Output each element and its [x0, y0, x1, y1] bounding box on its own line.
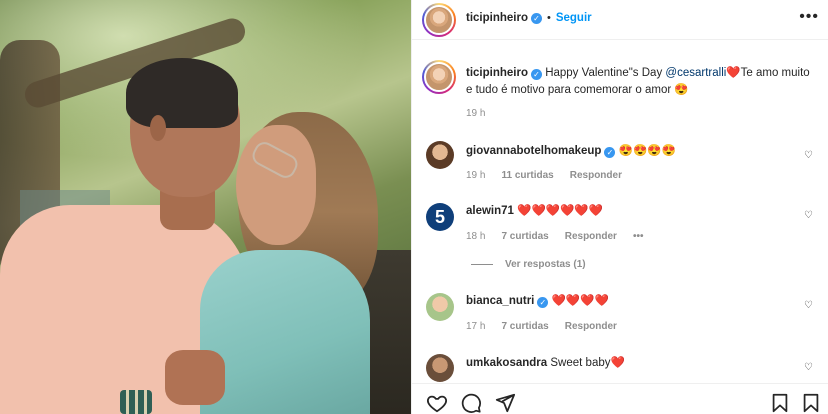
comment-meta: 17 h 7 curtidas Responder — [466, 321, 617, 332]
author-avatar[interactable] — [422, 3, 456, 37]
reply-button[interactable]: Responder — [570, 170, 622, 181]
caption-heart: ❤️ — [726, 67, 741, 79]
man-hand — [165, 350, 225, 405]
woman-dress — [200, 250, 370, 414]
comment-text: Sweet baby❤️ — [550, 357, 625, 369]
reply-button[interactable]: Responder — [565, 321, 617, 332]
bookmark-icon[interactable] — [769, 392, 791, 414]
caption-text: Happy Valentine"s Day — [545, 67, 663, 79]
heart-icon[interactable]: ♡ — [804, 300, 814, 311]
verified-badge-icon: ✓ — [530, 12, 542, 24]
comment-avatar[interactable] — [426, 293, 454, 321]
author-line: ticipinheiro ✓ • Seguir — [466, 12, 592, 24]
comment-likes[interactable]: 7 curtidas — [501, 321, 548, 332]
post-photo[interactable] — [0, 0, 411, 414]
caption-author-avatar[interactable] — [422, 60, 456, 94]
comment-username[interactable]: giovannabotelhomakeup — [466, 145, 601, 157]
bookmark-icon[interactable] — [800, 392, 822, 414]
comment-avatar[interactable]: 5 — [426, 203, 454, 231]
caption-mention[interactable]: @cesartralli — [665, 67, 726, 79]
replies-line — [471, 264, 493, 265]
heart-icon[interactable]: ♡ — [804, 210, 814, 221]
caption-emoji: 😍 — [674, 84, 689, 96]
bracelet — [120, 390, 152, 414]
comment-item: giovannabotelhomakeup ✓ 😍😍😍😍 — [466, 143, 806, 159]
man-ear — [150, 115, 166, 141]
heart-icon[interactable]: ♡ — [804, 150, 814, 161]
action-bar — [412, 383, 828, 414]
view-replies-label[interactable]: Ver respostas (1) — [505, 259, 586, 270]
post-header: ticipinheiro ✓ • Seguir ••• — [412, 0, 828, 40]
verified-badge-icon: ✓ — [537, 297, 549, 308]
woman-face — [236, 125, 316, 245]
comment-more-icon[interactable]: ••• — [633, 231, 644, 242]
comment-username[interactable]: bianca_nutri — [466, 295, 534, 307]
heart-icon[interactable] — [426, 392, 448, 414]
author-username[interactable]: ticipinheiro — [466, 12, 528, 24]
comment-meta: 19 h 11 curtidas Responder — [466, 170, 622, 181]
comment-text: 😍😍😍😍 — [618, 145, 676, 157]
comment-likes[interactable]: 7 curtidas — [501, 231, 548, 242]
view-replies[interactable]: Ver respostas (1) — [471, 259, 586, 270]
instagram-post: ticipinheiro ✓ • Seguir ••• ticipinheiro… — [0, 0, 828, 414]
comment-time: 17 h — [466, 321, 486, 332]
caption-username[interactable]: ticipinheiro — [466, 67, 528, 79]
heart-icon[interactable]: ♡ — [804, 362, 814, 373]
share-icon[interactable] — [494, 392, 516, 414]
comment-item: bianca_nutri ✓ ❤️❤️❤️❤️ — [466, 293, 806, 309]
comment-icon[interactable] — [460, 392, 482, 414]
comment-username[interactable]: alewin71 — [466, 205, 514, 217]
comment-item: umkakosandra Sweet baby❤️ — [466, 355, 806, 371]
comment-text: ❤️❤️❤️❤️ — [551, 295, 609, 307]
man-hair — [126, 58, 238, 128]
comment-avatar[interactable] — [426, 141, 454, 169]
post-details-panel: ticipinheiro ✓ • Seguir ••• ticipinheiro… — [411, 0, 828, 414]
more-options-icon[interactable]: ••• — [799, 8, 819, 26]
separator-dot: • — [546, 12, 551, 24]
reply-button[interactable]: Responder — [565, 231, 617, 242]
post-time: 19 h — [466, 108, 486, 119]
comment-meta: 18 h 7 curtidas Responder ••• — [466, 231, 643, 242]
comment-text: ❤️❤️❤️❤️❤️❤️ — [517, 205, 604, 217]
post-caption: ticipinheiro ✓ Happy Valentine"s Day @ces… — [466, 65, 816, 99]
comment-time: 18 h — [466, 231, 486, 242]
comment-time: 19 h — [466, 170, 486, 181]
comment-item: alewin71 ❤️❤️❤️❤️❤️❤️ — [466, 203, 806, 219]
comment-username[interactable]: umkakosandra — [466, 357, 547, 369]
comment-avatar[interactable] — [426, 354, 454, 382]
verified-badge-icon: ✓ — [530, 69, 542, 80]
verified-badge-icon: ✓ — [604, 147, 616, 158]
follow-button[interactable]: Seguir — [556, 12, 592, 24]
comment-likes[interactable]: 11 curtidas — [501, 170, 553, 181]
